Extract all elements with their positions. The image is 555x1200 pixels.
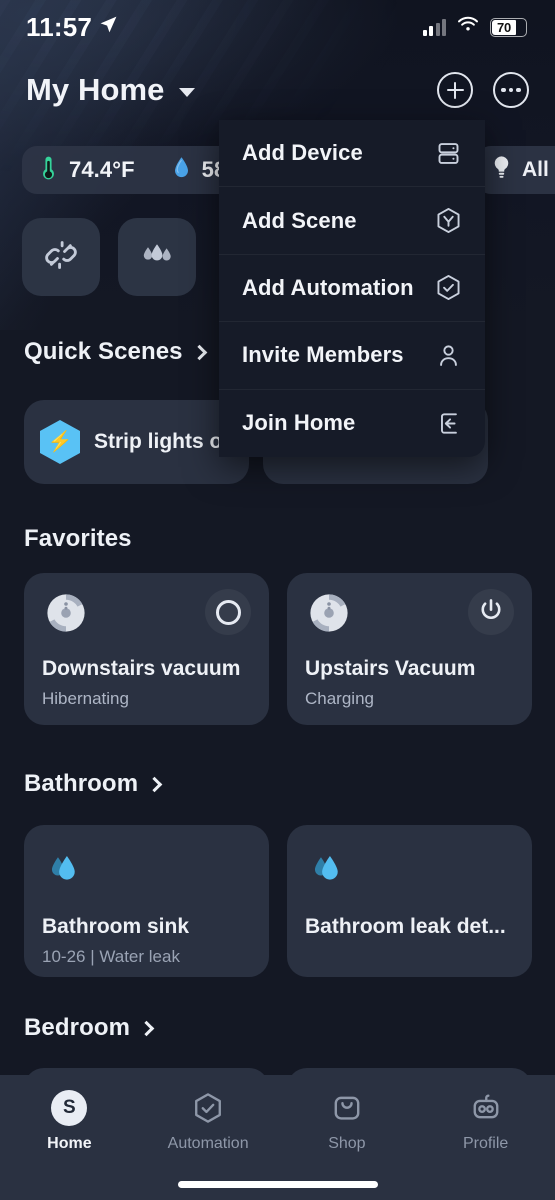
menu-item-join-home[interactable]: Join Home <box>219 390 485 457</box>
device-name: Bathroom leak det... <box>305 915 506 938</box>
header-bar: My Home <box>0 62 555 118</box>
section-header-bathroom[interactable]: Bathroom <box>0 770 163 798</box>
section-title: Quick Scenes <box>24 338 183 365</box>
circle-outline-icon <box>215 599 241 625</box>
broken-link-button[interactable] <box>22 218 100 296</box>
temperature-value: 74.4°F <box>69 157 135 182</box>
overflow-menu: Add Device Add Scene Add Automation Invi… <box>219 120 485 457</box>
tab-automation[interactable]: Automation <box>148 1088 268 1153</box>
lightbulb-icon <box>492 155 511 185</box>
section-header-bedroom[interactable]: Bedroom <box>0 1014 155 1042</box>
status-bar-left: 11:57 <box>26 12 118 43</box>
battery-percent: 70 <box>496 19 512 35</box>
status-bar: 11:57 70 <box>0 0 555 54</box>
tab-home[interactable]: S Home <box>9 1088 129 1153</box>
device-list-icon <box>433 138 463 168</box>
app-root: 11:57 70 My Home 74.4°F 58 All Quick Sce… <box>0 0 555 1200</box>
all-lights-pill[interactable]: All o <box>476 146 555 194</box>
wifi-icon <box>457 16 479 38</box>
power-toggle[interactable] <box>468 589 514 635</box>
scene-name: Strip lights of <box>94 430 230 453</box>
device-status: Charging <box>305 689 374 708</box>
bathroom-list: Bathroom sink 10-26 | Water leak Bathroo… <box>24 825 532 977</box>
section-header-quick-scenes[interactable]: Quick Scenes <box>0 338 207 366</box>
device-card[interactable]: Upstairs Vacuum Charging <box>287 573 532 725</box>
favorites-list: Downstairs vacuum Hibernating Upstairs V… <box>24 573 532 725</box>
menu-item-label: Add Automation <box>242 274 414 300</box>
page-title: My Home <box>26 72 165 107</box>
thermometer-icon <box>40 155 57 186</box>
shopping-bag-icon <box>331 1088 363 1128</box>
section-header-favorites: Favorites <box>0 525 132 553</box>
home-selector[interactable]: My Home <box>26 72 195 108</box>
header-actions <box>437 72 529 108</box>
robot-vacuum-icon <box>305 589 353 642</box>
menu-item-label: Invite Members <box>242 342 404 368</box>
robot-face-icon <box>469 1088 503 1128</box>
section-title: Favorites <box>24 525 132 552</box>
chevron-down-icon <box>178 88 195 97</box>
device-name: Upstairs Vacuum <box>305 657 476 680</box>
tab-label: Shop <box>328 1135 366 1152</box>
menu-item-add-device[interactable]: Add Device <box>219 120 485 188</box>
device-name: Bathroom sink <box>42 915 190 938</box>
tab-label: Automation <box>167 1135 249 1152</box>
tab-shop[interactable]: Shop <box>287 1088 407 1153</box>
tab-profile[interactable]: Profile <box>426 1088 546 1153</box>
device-card[interactable]: Bathroom leak det... <box>287 825 532 977</box>
menu-item-label: Join Home <box>242 410 356 436</box>
section-title: Bedroom <box>24 1014 131 1041</box>
robot-vacuum-icon <box>42 589 90 642</box>
scene-hexagon-icon <box>433 206 463 236</box>
menu-item-label: Add Scene <box>242 207 357 233</box>
device-card[interactable]: Downstairs vacuum Hibernating <box>24 573 269 725</box>
power-icon <box>478 597 504 628</box>
menu-item-label: Add Device <box>242 140 363 166</box>
menu-item-invite-members[interactable]: Invite Members <box>219 322 485 390</box>
cellular-bars-icon <box>422 18 446 36</box>
tab-label: Home <box>47 1135 92 1152</box>
power-toggle[interactable] <box>205 589 251 635</box>
status-bar-right: 70 <box>422 16 527 38</box>
more-circle-icon <box>501 87 521 93</box>
chevron-right-icon <box>191 344 207 361</box>
device-status: Hibernating <box>42 689 129 708</box>
automation-check-icon <box>191 1088 225 1128</box>
person-icon <box>433 340 463 370</box>
device-card[interactable]: Bathroom sink 10-26 | Water leak <box>24 825 269 977</box>
chevron-right-icon <box>146 776 163 793</box>
water-drops-button[interactable] <box>118 218 196 296</box>
location-arrow-icon <box>99 15 118 39</box>
section-title: Bathroom <box>24 770 139 797</box>
menu-item-add-scene[interactable]: Add Scene <box>219 187 485 255</box>
home-indicator <box>177 1181 378 1188</box>
water-leak-icon <box>305 847 351 898</box>
battery-indicator: 70 <box>490 17 527 37</box>
broken-link-icon <box>44 238 78 277</box>
all-lights-label: All o <box>522 158 555 181</box>
scene-card[interactable]: ⚡ Strip lights of <box>24 400 249 484</box>
chevron-right-icon <box>138 1020 155 1037</box>
device-status: 10-26 | Water leak <box>42 947 180 966</box>
more-button[interactable] <box>493 72 529 108</box>
water-leak-icon <box>42 847 88 898</box>
enter-door-icon <box>433 408 463 438</box>
bolt-hexagon-icon: ⚡ <box>40 420 80 464</box>
status-time: 11:57 <box>26 11 93 42</box>
automation-check-icon <box>433 273 463 303</box>
menu-item-add-automation[interactable]: Add Automation <box>219 255 485 323</box>
add-button[interactable] <box>437 72 473 108</box>
smartthings-s-icon: S <box>51 1090 88 1126</box>
water-drops-icon <box>139 240 175 275</box>
quick-action-buttons <box>22 218 196 296</box>
tab-label: Profile <box>462 1135 509 1152</box>
water-drop-icon <box>173 156 190 185</box>
device-name: Downstairs vacuum <box>42 657 241 680</box>
